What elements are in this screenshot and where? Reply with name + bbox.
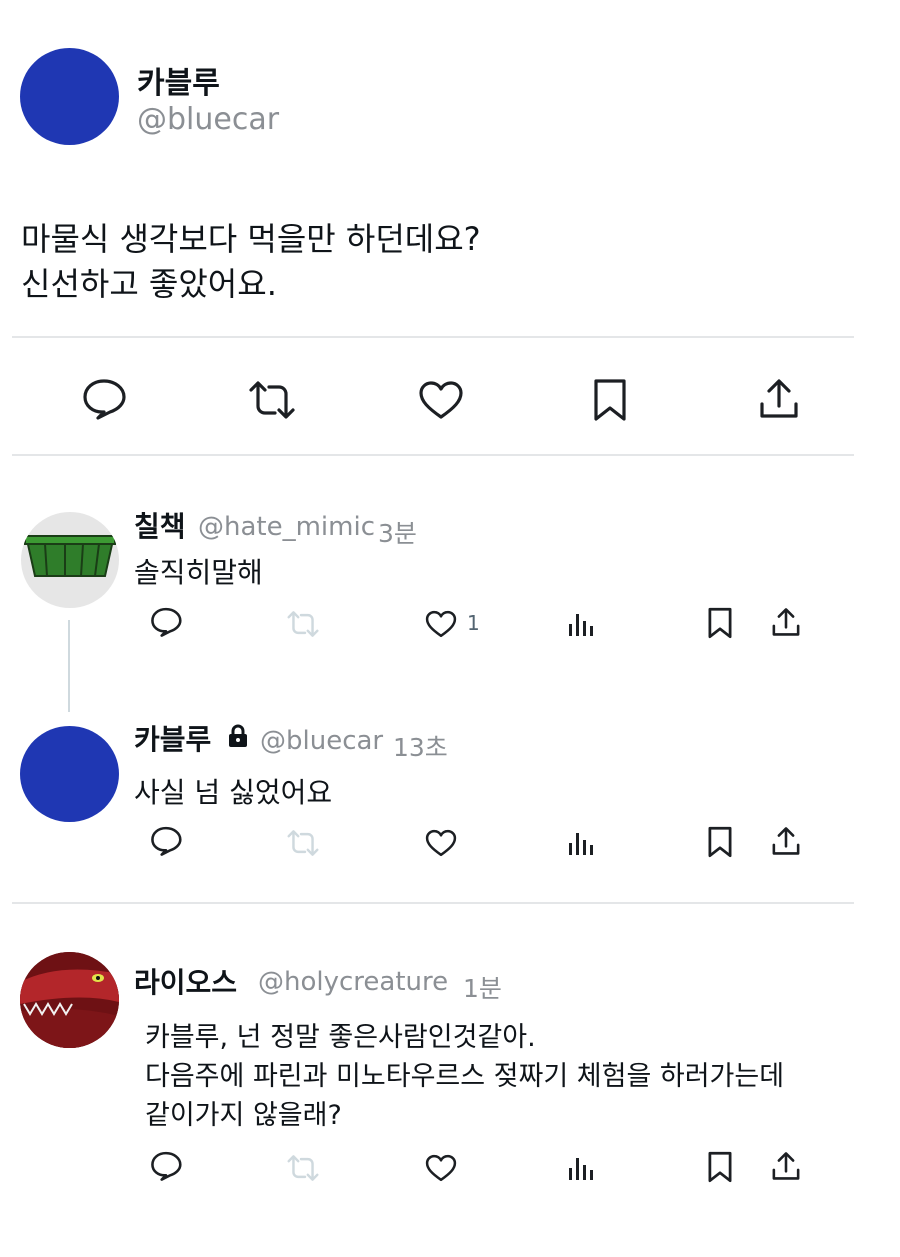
views-icon[interactable] [567,610,597,638]
reply-icon[interactable] [150,1151,182,1181]
reply1-handle[interactable]: @hate_mimic [198,512,375,542]
views-icon[interactable] [567,1154,597,1182]
divider-replies [12,902,854,904]
reply1-time: 3분 [378,519,417,548]
main-post-avatar[interactable] [20,48,119,145]
bookmark-icon[interactable] [707,826,733,858]
bookmark-icon[interactable] [707,607,733,639]
retweet-icon[interactable] [285,828,321,858]
reply3-avatar[interactable] [20,952,119,1048]
retweet-icon[interactable] [247,378,297,422]
reply-icon[interactable] [150,607,182,637]
retweet-icon[interactable] [285,1153,321,1183]
reply2-text: 사실 넘 싫었어요 [134,776,333,809]
red-dragon-icon [20,952,119,1048]
bookmark-icon[interactable] [707,1151,733,1183]
reply2-display-name[interactable]: 카블루 [134,718,211,758]
like-icon[interactable] [418,380,464,420]
share-icon[interactable] [771,826,801,858]
share-icon[interactable] [758,378,800,422]
reply1-avatar[interactable] [21,512,119,608]
views-icon[interactable] [567,829,597,857]
reply1-display-name[interactable]: 칠책 [134,505,186,545]
reply2-handle[interactable]: @bluecar [260,726,383,756]
main-post-display-name[interactable]: 카블루 [137,58,220,102]
retweet-icon[interactable] [285,609,321,639]
divider-top [12,336,854,338]
share-icon[interactable] [771,607,801,639]
like-icon[interactable] [425,1154,457,1182]
reply-icon[interactable] [150,826,182,856]
main-post-handle[interactable]: @bluecar [137,102,279,137]
share-icon[interactable] [771,1151,801,1183]
divider-bottom [12,454,854,456]
reply3-handle[interactable]: @holycreature [258,967,448,997]
reply3-text-line2: 다음주에 파린과 미노타우르스 젖짜기 체험을 하러가는데 [145,1061,785,1092]
like-icon[interactable] [425,829,457,857]
main-post-text-line2: 신선하고 좋았어요. [21,265,277,303]
reply-thread-line [68,620,70,712]
bookmark-icon[interactable] [592,378,628,422]
reply1-text: 솔직히말해 [134,556,263,589]
mimic-chest-icon [24,535,116,577]
reply3-text-line1: 카블루, 넌 정말 좋은사람인것같아. [145,1022,536,1053]
reply-icon[interactable] [82,378,126,420]
reply3-display-name[interactable]: 라이오스 [134,961,237,1001]
reply3-text-line3: 같이가지 않을래? [145,1100,342,1131]
reply2-time: 13초 [393,733,448,762]
reply1-like-count: 1 [467,611,480,635]
lock-icon [227,724,249,748]
main-post-text-line1: 마물식 생각보다 먹을만 하던데요? [21,220,481,258]
like-icon[interactable] [425,610,457,638]
reply3-time: 1분 [463,974,502,1003]
reply2-avatar[interactable] [20,726,119,822]
